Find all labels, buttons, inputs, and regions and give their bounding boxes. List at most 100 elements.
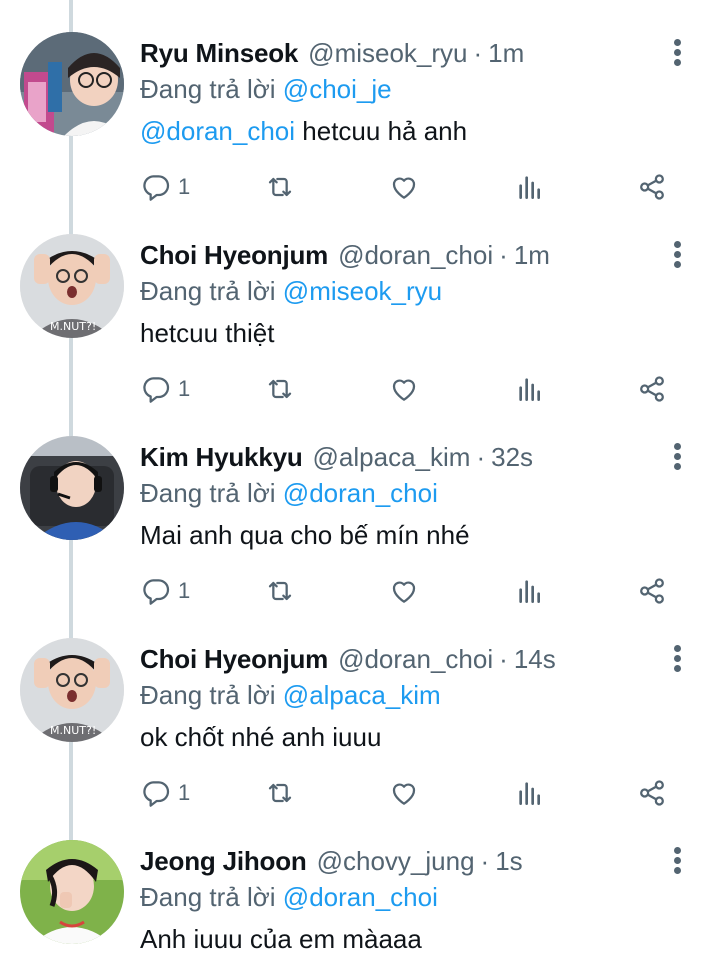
display-name[interactable]: Choi Hyeonjum (140, 644, 328, 674)
reply-button[interactable]: 1 (140, 776, 190, 810)
like-button[interactable] (388, 372, 420, 406)
replying-to-handle[interactable]: @alpaca_kim (283, 680, 441, 710)
separator-dot: · (476, 442, 486, 472)
reply-button[interactable]: 1 (140, 574, 190, 608)
tweet-header: Jeong Jihoon @chovy_jung · 1s (140, 844, 523, 878)
views-button[interactable] (514, 776, 546, 810)
user-handle[interactable]: @miseok_ryu (308, 38, 467, 68)
more-options-icon[interactable] (668, 240, 688, 270)
replying-to-handle[interactable]: @doran_choi (283, 478, 438, 508)
action-bar: 1 (140, 170, 700, 204)
more-options-icon[interactable] (668, 38, 688, 68)
replying-to: Đang trả lời @miseok_ryu (140, 274, 442, 308)
replying-to-handle[interactable]: @doran_choi (283, 882, 438, 912)
like-button[interactable] (388, 170, 420, 204)
display-name[interactable]: Jeong Jihoon (140, 846, 307, 876)
retweet-icon (268, 379, 292, 399)
retweet-icon (268, 581, 292, 601)
reply-icon (143, 377, 170, 403)
avatar-photo: M.NUT?! (20, 234, 124, 338)
retweet-button[interactable] (264, 170, 296, 204)
reply-icon (143, 781, 170, 807)
more-options-icon[interactable] (668, 442, 688, 472)
share-icon (640, 780, 664, 806)
reply-button[interactable]: 1 (140, 170, 190, 204)
user-handle[interactable]: @doran_choi (338, 644, 493, 674)
avatar[interactable] (20, 436, 124, 540)
more-options-icon[interactable] (668, 644, 688, 674)
separator-dot: · (480, 846, 490, 876)
reply-count: 1 (178, 780, 191, 805)
reply-tweet[interactable]: Jeong Jihoon @chovy_jung · 1s Đang trả lời … (0, 808, 720, 973)
tweet-header: Choi Hyeonjum @doran_choi · 14s (140, 642, 556, 676)
svg-text:M.NUT?!: M.NUT?! (50, 724, 96, 737)
replying-to-label: Đang trả lời (140, 74, 276, 104)
replying-to: Đang trả lời @doran_choi (140, 476, 438, 510)
tweet-header: Kim Hyukkyu @alpaca_kim · 32s (140, 440, 533, 474)
timestamp[interactable]: 1m (488, 38, 524, 68)
avatar[interactable]: M.NUT?! (20, 234, 124, 338)
like-button[interactable] (388, 776, 420, 810)
retweet-icon (268, 783, 292, 803)
reply-icon (143, 579, 170, 605)
user-handle[interactable]: @chovy_jung (317, 846, 475, 876)
tweet-body: Anh iuuu của em màaaa (140, 924, 422, 954)
display-name[interactable]: Choi Hyeonjum (140, 240, 328, 270)
tweet-body: hetcuu hả anh (295, 116, 468, 146)
user-handle[interactable]: @doran_choi (338, 240, 493, 270)
share-button[interactable] (636, 574, 668, 608)
tweet-text: hetcuu thiệt (140, 316, 274, 350)
reply-tweet[interactable]: M.NUT?! Choi Hyeonjum @doran_choi · 1m Đang… (0, 202, 720, 404)
share-button[interactable] (636, 372, 668, 406)
tweet-text: @doran_choi hetcuu hả anh (140, 114, 467, 148)
timestamp[interactable]: 14s (514, 644, 556, 674)
reply-icon (143, 175, 170, 201)
replying-to-label: Đang trả lời (140, 882, 276, 912)
reply-tweet[interactable]: Ryu Minseok @miseok_ryu · 1m Đang trả lời @… (0, 0, 720, 202)
reply-count: 1 (178, 174, 191, 199)
avatar[interactable]: M.NUT?! (20, 638, 124, 742)
more-options-icon[interactable] (668, 846, 688, 876)
share-button[interactable] (636, 170, 668, 204)
separator-dot: · (499, 240, 508, 270)
user-handle[interactable]: @alpaca_kim (313, 442, 471, 472)
heart-icon (392, 177, 416, 199)
reply-tweet[interactable]: Kim Hyukkyu @alpaca_kim · 32s Đang trả lời … (0, 404, 720, 606)
views-button[interactable] (514, 372, 546, 406)
display-name[interactable]: Ryu Minseok (140, 38, 298, 68)
reply-tweet[interactable]: M.NUT?! Choi Hyeonjum @doran_choi · 14s Đan… (0, 606, 720, 808)
share-icon (640, 376, 664, 402)
tweet-body: hetcuu thiệt (140, 318, 275, 348)
replying-to-handle[interactable]: @choi_je (283, 74, 392, 104)
retweet-button[interactable] (264, 372, 296, 406)
like-button[interactable] (388, 574, 420, 608)
retweet-icon (268, 177, 292, 197)
analytics-icon (519, 176, 540, 199)
timestamp[interactable]: 32s (491, 442, 533, 472)
display-name[interactable]: Kim Hyukkyu (140, 442, 303, 472)
share-icon (640, 578, 664, 604)
avatar-photo (20, 436, 124, 540)
replying-to: Đang trả lời @doran_choi (140, 880, 438, 914)
reply-count: 1 (178, 376, 191, 401)
reply-button[interactable]: 1 (140, 372, 190, 406)
retweet-button[interactable] (264, 574, 296, 608)
tweet-header: Choi Hyeonjum @doran_choi · 1m (140, 238, 550, 272)
share-button[interactable] (636, 776, 668, 810)
heart-icon (392, 581, 416, 603)
avatar[interactable] (20, 32, 124, 136)
retweet-button[interactable] (264, 776, 296, 810)
timestamp[interactable]: 1s (495, 846, 522, 876)
replying-to: Đang trả lời @alpaca_kim (140, 678, 441, 712)
action-bar: 1 (140, 776, 700, 810)
separator-dot: · (499, 644, 508, 674)
timestamp[interactable]: 1m (514, 240, 550, 270)
tweet-text: ok chốt nhé anh iuuu (140, 720, 381, 754)
action-bar: 1 (140, 574, 700, 608)
replying-to-handle[interactable]: @miseok_ryu (283, 276, 442, 306)
views-button[interactable] (514, 574, 546, 608)
views-button[interactable] (514, 170, 546, 204)
text-mention[interactable]: @doran_choi (140, 116, 295, 146)
avatar-photo (20, 32, 124, 136)
avatar[interactable] (20, 840, 124, 944)
